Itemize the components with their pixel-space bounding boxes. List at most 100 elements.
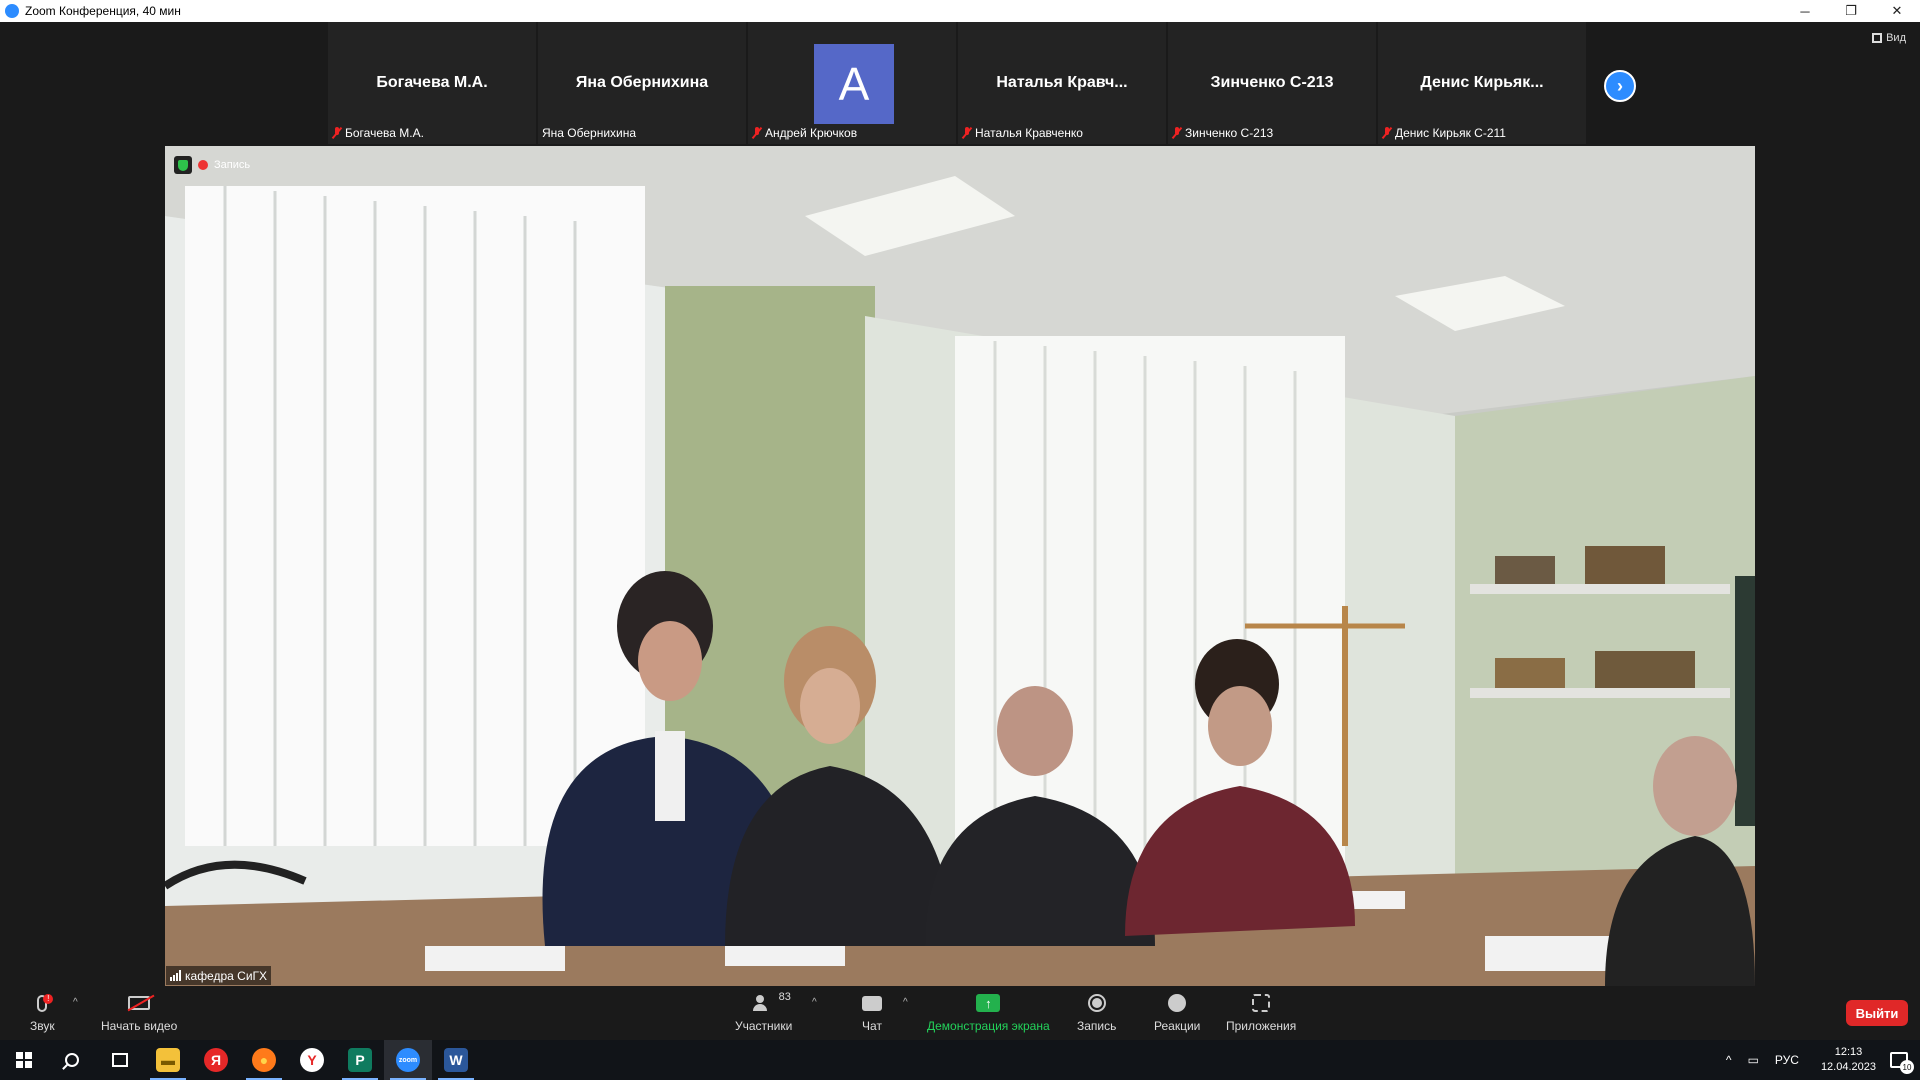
record-dot-icon [198, 160, 208, 170]
people-icon [752, 995, 775, 1011]
clock-time: 12:13 [1834, 1046, 1863, 1058]
chevron-right-icon: › [1617, 75, 1623, 96]
restore-button[interactable]: ❐ [1828, 0, 1874, 22]
reactions-button[interactable]: Реакции [1154, 991, 1200, 1033]
chat-label: Чат [862, 1019, 882, 1033]
chat-icon [862, 995, 882, 1011]
participant-tile[interactable]: Зинченко С-213 Зинченко С-213 [1168, 22, 1378, 144]
main-video-label: кафедра СиГХ [166, 966, 272, 985]
chat-options-caret[interactable]: ^ [903, 997, 908, 1008]
tile-name: Яна Обернихина [575, 74, 709, 91]
record-button[interactable]: Запись [1077, 991, 1116, 1033]
video-frame [165, 146, 1755, 986]
taskbar-app-word[interactable]: W [432, 1040, 480, 1080]
tile-label-text: Богачева М.А. [345, 126, 424, 140]
minimize-button[interactable]: ─ [1782, 0, 1828, 22]
taskbar-app-publisher[interactable]: P [336, 1040, 384, 1080]
mic-muted-icon [752, 127, 762, 139]
taskbar-app-yandex[interactable]: Я [192, 1040, 240, 1080]
tile-label-text: Яна Обернихина [542, 126, 637, 140]
clock[interactable]: 12:13 12.04.2023 [1821, 1045, 1876, 1075]
participant-tile[interactable]: Богачева М.А. Богачева М.А. [328, 22, 538, 144]
shield-icon [174, 156, 192, 174]
zoom-logo-icon [5, 4, 19, 18]
avatar: А [814, 44, 894, 124]
network-icon[interactable]: ▭ [1748, 1053, 1759, 1067]
firefox-icon: ● [252, 1048, 276, 1072]
tray-chevron-icon[interactable]: ^ [1726, 1053, 1732, 1067]
window-title: Zoom Конференция, 40 мин [25, 4, 181, 18]
taskbar-app-yandex-browser[interactable]: Y [288, 1040, 336, 1080]
tile-label: Андрей Крючков [752, 126, 857, 140]
share-arrow-icon: ↑ [976, 994, 1001, 1012]
view-button-label: Вид [1886, 32, 1906, 44]
close-button[interactable]: ✕ [1874, 0, 1920, 22]
record-label: Запись [1077, 1019, 1117, 1033]
next-page-button[interactable]: › [1604, 70, 1636, 102]
audio-button[interactable]: ! Звук [30, 991, 55, 1033]
task-view-icon [112, 1053, 128, 1067]
taskbar-app-zoom[interactable]: zoom [384, 1040, 432, 1080]
notifications-icon[interactable]: 10 [1890, 1052, 1914, 1074]
apps-button[interactable]: Приложения [1226, 991, 1296, 1033]
windows-logo-icon [16, 1052, 32, 1068]
clock-date: 12.04.2023 [1820, 1061, 1876, 1073]
participant-tile[interactable]: Наталья Кравч... Наталья Кравченко [958, 22, 1168, 144]
main-video-participant: кафедра СиГХ [185, 968, 268, 983]
chat-button[interactable]: Чат [862, 991, 882, 1033]
tile-label-text: Андрей Крючков [765, 126, 858, 140]
mic-icon: ! [37, 993, 54, 1012]
participants-button[interactable]: 83 Участники [735, 991, 792, 1033]
leave-button[interactable]: Выйти [1846, 1000, 1908, 1026]
participants-label: Участники [735, 1019, 793, 1033]
mic-muted-icon [1382, 127, 1392, 139]
participants-count: 83 [778, 991, 791, 1003]
system-tray: ^ ▭ РУС 12:13 12.04.2023 10 [1718, 1040, 1920, 1080]
window-titlebar: Zoom Конференция, 40 мин ─ ❐ ✕ [0, 0, 1920, 22]
start-button[interactable] [0, 1040, 48, 1080]
taskbar-app-explorer[interactable]: ▬ [144, 1040, 192, 1080]
alert-badge: ! [43, 993, 54, 1004]
audio-options-caret[interactable]: ^ [73, 997, 78, 1008]
participant-tile[interactable]: Денис Кирьяк... Денис Кирьяк С-211 [1378, 22, 1588, 144]
apps-label: Приложения [1226, 1019, 1297, 1033]
folder-icon: ▬ [156, 1048, 180, 1072]
publisher-icon: P [348, 1048, 372, 1072]
tile-name: Богачева М.А. [376, 74, 488, 91]
record-icon [1087, 994, 1106, 1012]
share-screen-label: Демонстрация экрана [927, 1019, 1050, 1033]
tile-label: Богачева М.А. [332, 126, 424, 140]
language-indicator[interactable]: РУС [1775, 1053, 1799, 1067]
main-video[interactable] [165, 146, 1755, 986]
window-controls: ─ ❐ ✕ [1782, 0, 1920, 22]
taskbar-app-firefox[interactable]: ● [240, 1040, 288, 1080]
recording-label: Запись [214, 159, 251, 171]
start-video-button[interactable]: Начать видео [101, 991, 177, 1033]
tile-label: Яна Обернихина [542, 126, 636, 140]
share-screen-button[interactable]: ↑ Демонстрация экрана [927, 991, 1050, 1033]
search-button[interactable] [48, 1040, 96, 1080]
mic-muted-icon [962, 127, 972, 139]
yandex-browser-icon: Y [300, 1048, 324, 1072]
zoom-icon: zoom [396, 1048, 420, 1072]
tile-name: Наталья Кравч... [996, 74, 1128, 91]
view-button[interactable]: Вид [1872, 32, 1906, 44]
yandex-icon: Я [204, 1048, 228, 1072]
emoji-icon [1168, 994, 1187, 1012]
task-view-button[interactable] [96, 1040, 144, 1080]
participant-tile[interactable]: Яна Обернихина Яна Обернихина [538, 22, 748, 144]
tile-label: Наталья Кравченко [962, 126, 1083, 140]
participant-tile[interactable]: А Андрей Крючков [748, 22, 958, 144]
notifications-count: 10 [1900, 1060, 1914, 1074]
signal-icon [170, 970, 181, 981]
mic-muted-icon [1172, 127, 1182, 139]
word-icon: W [444, 1048, 468, 1072]
tile-name: Денис Кирьяк... [1420, 74, 1544, 91]
apps-icon [1252, 994, 1271, 1012]
grid-icon [1872, 33, 1883, 43]
participants-options-caret[interactable]: ^ [812, 997, 817, 1008]
meeting-toolbar: ! Звук ^ Начать видео 83 Участники ^ Чат… [0, 987, 1920, 1040]
reactions-label: Реакции [1154, 1019, 1201, 1033]
recording-indicator: Запись [174, 156, 250, 174]
tile-label-text: Денис Кирьяк С-211 [1395, 126, 1506, 140]
